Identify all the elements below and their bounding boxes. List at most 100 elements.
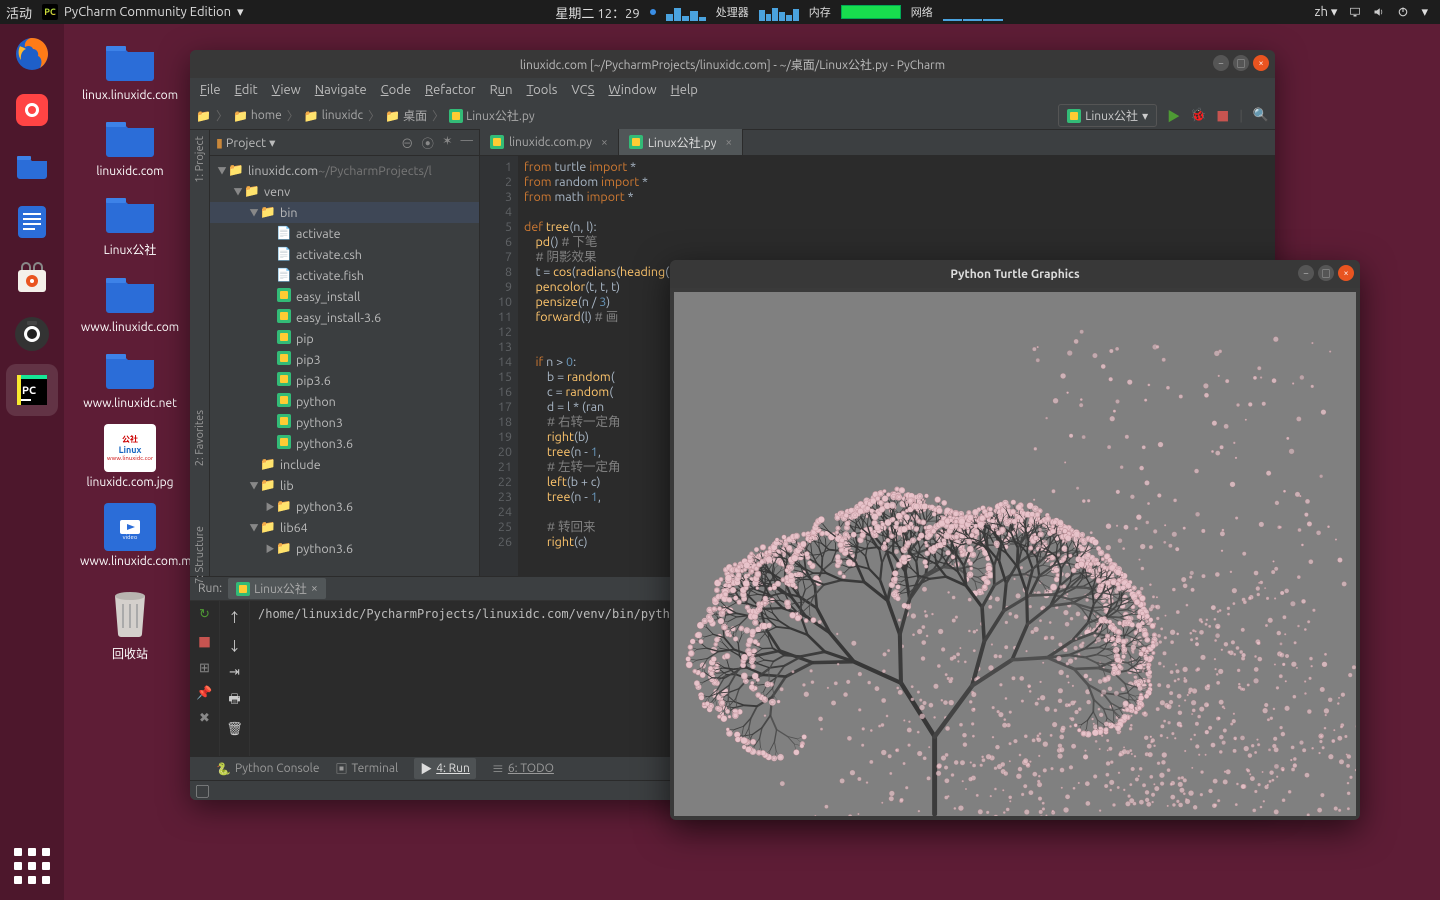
- editor-tab[interactable]: linuxidc.com.py×: [480, 129, 619, 155]
- dock-writer[interactable]: [6, 196, 58, 248]
- tree-row[interactable]: 📄activate.fish: [210, 265, 479, 286]
- input-method[interactable]: zh ▾: [1315, 5, 1338, 20]
- activities-label[interactable]: 活动: [6, 3, 32, 22]
- trash-icon[interactable]: 🗑: [226, 722, 243, 737]
- run-tab[interactable]: Linux公社 ×: [228, 578, 326, 599]
- menu-bar: File Edit View Navigate Code Refactor Ru…: [190, 78, 1275, 102]
- editor-tab[interactable]: Linux公社.py×: [619, 129, 743, 155]
- desktop-folder[interactable]: linuxidc.com: [80, 116, 180, 178]
- volume-icon[interactable]: [1373, 6, 1385, 18]
- debug-button[interactable]: 🐞: [1190, 108, 1206, 123]
- menu-run[interactable]: Run: [490, 83, 513, 97]
- tree-row[interactable]: easy_install: [210, 286, 479, 307]
- desktop-image[interactable]: 公社Linuxwww.linuxidc.corlinuxidc.com.jpg: [80, 424, 180, 489]
- tab-project[interactable]: 1: Project: [194, 136, 206, 183]
- dock-files[interactable]: [6, 140, 58, 192]
- pin-icon[interactable]: 📌: [196, 686, 212, 701]
- menu-refactor[interactable]: Refactor: [425, 83, 476, 97]
- menu-view[interactable]: View: [272, 83, 301, 97]
- print-icon[interactable]: 🖶: [228, 690, 240, 712]
- tree-row[interactable]: python3: [210, 412, 479, 433]
- tree-row[interactable]: pip3.6: [210, 370, 479, 391]
- dock-apps-grid[interactable]: [8, 842, 56, 890]
- wrap-icon[interactable]: ⇥: [229, 665, 240, 680]
- window-titlebar[interactable]: Python Turtle Graphics – □ ×: [670, 260, 1360, 288]
- tree-row[interactable]: pip: [210, 328, 479, 349]
- project-tree[interactable]: ▼📁linuxidc.com ~/PycharmProjects/l▼📁venv…: [210, 156, 479, 576]
- rerun-icon[interactable]: ↻: [199, 607, 210, 622]
- dock-pycharm[interactable]: PC: [6, 364, 58, 416]
- gear-icon[interactable]: ✶: [442, 133, 452, 152]
- stop-button[interactable]: ■: [1216, 106, 1229, 125]
- collapse-icon[interactable]: ⊖: [401, 133, 414, 152]
- minimize-button[interactable]: –: [1213, 55, 1229, 71]
- clock[interactable]: 星期二 12：29: [555, 3, 639, 22]
- tree-row[interactable]: python3.6: [210, 433, 479, 454]
- tree-row[interactable]: 📄activate: [210, 223, 479, 244]
- dock-camera[interactable]: [6, 308, 58, 360]
- tab-terminal[interactable]: ▣ Terminal: [335, 760, 398, 777]
- menu-vcs[interactable]: VCS: [571, 83, 594, 97]
- project-panel: ▮Project ▾ ⊖ ⦿ ✶ — ▼📁linuxidc.com ~/Pych…: [210, 130, 480, 576]
- dock-software[interactable]: [6, 252, 58, 304]
- breadcrumb[interactable]: 📁〉 📁home〉 📁linuxidc〉 📁桌面〉 Linux公社.py: [196, 107, 535, 124]
- tree-row[interactable]: ▼📁venv: [210, 181, 479, 202]
- up-icon[interactable]: ↑: [228, 607, 241, 626]
- menu-navigate[interactable]: Navigate: [315, 83, 367, 97]
- status-icon[interactable]: ▢: [196, 781, 209, 800]
- project-panel-title[interactable]: ▮Project ▾: [216, 135, 275, 150]
- down-icon[interactable]: ↓: [228, 636, 241, 655]
- tree-row[interactable]: ▶📁python3.6: [210, 538, 479, 559]
- search-icon[interactable]: 🔍: [1253, 108, 1269, 123]
- desktop-folder[interactable]: www.linuxidc.com: [80, 272, 180, 334]
- desktop-video[interactable]: videowww.linuxidc.com.mp4: [80, 503, 180, 568]
- tree-row[interactable]: ▼📁lib64: [210, 517, 479, 538]
- menu-edit[interactable]: Edit: [235, 83, 258, 97]
- run-button[interactable]: ▶: [1167, 106, 1180, 125]
- menu-window[interactable]: Window: [608, 83, 656, 97]
- run-config-selector[interactable]: Linux公社 ▾: [1058, 104, 1157, 127]
- tab-todo[interactable]: ≡ 6: TODO: [492, 760, 554, 777]
- maximize-button[interactable]: □: [1233, 55, 1249, 71]
- tree-row[interactable]: python: [210, 391, 479, 412]
- tree-row[interactable]: ▼📁bin: [210, 202, 479, 223]
- stop-icon[interactable]: ■: [198, 632, 211, 651]
- dock-screenshot[interactable]: [6, 84, 58, 136]
- tab-structure[interactable]: 7: Structure: [194, 526, 206, 584]
- focused-app[interactable]: PC PyCharm Community Edition ▾: [42, 4, 244, 20]
- navigation-bar: 📁〉 📁home〉 📁linuxidc〉 📁桌面〉 Linux公社.py Lin…: [190, 102, 1275, 130]
- menu-code[interactable]: Code: [381, 83, 411, 97]
- desktop-folder[interactable]: linux.linuxidc.com: [80, 40, 180, 102]
- tab-run[interactable]: ▶ 4: Run: [414, 758, 476, 779]
- chevron-down-icon[interactable]: ▾: [1421, 5, 1428, 20]
- tree-row[interactable]: ▼📁lib: [210, 475, 479, 496]
- hide-icon[interactable]: —: [461, 133, 473, 152]
- locate-icon[interactable]: ⦿: [422, 133, 435, 152]
- menu-help[interactable]: Help: [671, 83, 698, 97]
- minimize-button[interactable]: –: [1298, 265, 1314, 281]
- desktop-trash[interactable]: 回收站: [80, 582, 180, 662]
- network-icon[interactable]: [1349, 6, 1361, 18]
- dock-firefox[interactable]: [6, 28, 58, 80]
- layout-icon[interactable]: ⊞: [199, 661, 210, 676]
- close-icon[interactable]: ✖: [199, 711, 210, 726]
- tab-python-console[interactable]: 🐍 Python Console: [216, 762, 319, 776]
- maximize-button[interactable]: □: [1318, 265, 1334, 281]
- close-button[interactable]: ×: [1338, 265, 1354, 281]
- close-icon[interactable]: ×: [601, 136, 608, 149]
- tree-row[interactable]: pip3: [210, 349, 479, 370]
- menu-tools[interactable]: Tools: [527, 83, 558, 97]
- close-icon[interactable]: ×: [725, 136, 732, 149]
- power-icon[interactable]: [1397, 6, 1409, 18]
- tree-row[interactable]: 📄activate.csh: [210, 244, 479, 265]
- menu-file[interactable]: File: [200, 83, 221, 97]
- close-button[interactable]: ×: [1253, 55, 1269, 71]
- window-titlebar[interactable]: linuxidc.com [~/PycharmProjects/linuxidc…: [190, 50, 1275, 78]
- tree-row[interactable]: easy_install-3.6: [210, 307, 479, 328]
- tree-row[interactable]: ▼📁linuxidc.com ~/PycharmProjects/l: [210, 160, 479, 181]
- tree-row[interactable]: ▶📁python3.6: [210, 496, 479, 517]
- tree-row[interactable]: 📁include: [210, 454, 479, 475]
- tab-favorites[interactable]: 2: Favorites: [194, 410, 206, 466]
- desktop-folder[interactable]: Linux公社: [80, 192, 180, 258]
- desktop-folder[interactable]: www.linuxidc.net: [80, 348, 180, 410]
